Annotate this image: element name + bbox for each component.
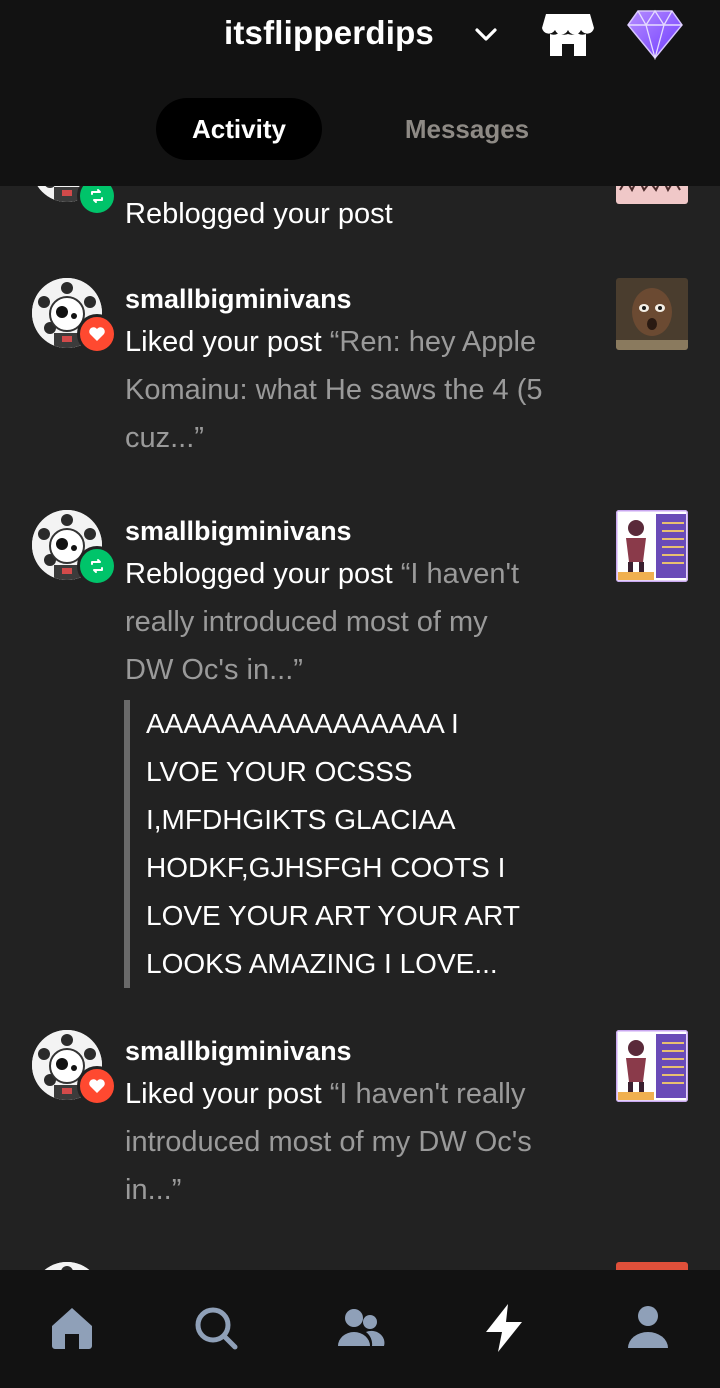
action-text: Reblogged your post bbox=[125, 558, 393, 590]
action-text: Liked your post bbox=[125, 1078, 322, 1110]
thumbnail-image bbox=[616, 1030, 688, 1102]
username[interactable]: smallbigminivans bbox=[125, 516, 352, 547]
avatar[interactable] bbox=[32, 1262, 102, 1270]
reblog-badge-icon bbox=[77, 546, 117, 586]
tab-messages[interactable]: Messages bbox=[376, 98, 558, 160]
shop-icon[interactable] bbox=[542, 10, 594, 58]
blog-name[interactable]: itsflipperdips bbox=[224, 14, 434, 52]
like-badge-icon bbox=[77, 1066, 117, 1106]
community-icon[interactable] bbox=[332, 1300, 388, 1356]
post-excerpt[interactable]: Komainu: what He saws the 4 (5 bbox=[125, 366, 605, 414]
chevron-down-icon[interactable] bbox=[472, 22, 500, 46]
post-thumbnail[interactable] bbox=[616, 186, 688, 204]
comment-text: AAAAAAAAAAAAAAAA I LVOE YOUR OCSSS I,MFD… bbox=[146, 708, 520, 979]
activity-feed[interactable]: Reblogged your post smallbigminivans Lik… bbox=[0, 186, 720, 1270]
thumbnail-image bbox=[616, 278, 688, 350]
post-excerpt[interactable]: “I haven't bbox=[401, 558, 519, 590]
activity-text-line: Liked your post “I haven't really bbox=[125, 1070, 605, 1118]
thumbnail-image bbox=[616, 186, 688, 204]
account-icon[interactable] bbox=[620, 1300, 676, 1356]
post-thumbnail[interactable] bbox=[616, 510, 688, 582]
avatar-image bbox=[32, 1262, 102, 1270]
username[interactable]: smallbigminivans bbox=[125, 1036, 352, 1067]
gem-icon[interactable] bbox=[626, 8, 684, 60]
post-excerpt[interactable]: DW Oc's in...” bbox=[125, 646, 605, 694]
post-thumbnail[interactable] bbox=[616, 278, 688, 350]
post-thumbnail[interactable] bbox=[616, 1262, 688, 1270]
post-excerpt[interactable]: cuz...” bbox=[125, 414, 605, 462]
post-excerpt[interactable]: “I haven't really bbox=[330, 1078, 526, 1110]
activity-text-line: Reblogged your post “I haven't bbox=[125, 550, 605, 598]
post-excerpt[interactable]: “Ren: hey Apple bbox=[330, 326, 536, 358]
tab-activity[interactable]: Activity bbox=[156, 98, 322, 160]
reblog-badge-icon bbox=[77, 186, 117, 216]
post-excerpt[interactable]: introduced most of my DW Oc's bbox=[125, 1118, 605, 1166]
thumbnail-image bbox=[616, 1262, 688, 1270]
username[interactable]: smallbigminivans bbox=[125, 284, 352, 315]
search-icon[interactable] bbox=[188, 1300, 244, 1356]
reblog-comment[interactable]: AAAAAAAAAAAAAAAA I LVOE YOUR OCSSS I,MFD… bbox=[124, 700, 606, 988]
activity-text-line: Liked your post “Ren: hey Apple bbox=[125, 318, 605, 366]
post-excerpt[interactable]: in...” bbox=[125, 1166, 605, 1214]
like-badge-icon bbox=[77, 314, 117, 354]
activity-icon[interactable] bbox=[476, 1300, 532, 1356]
post-excerpt[interactable]: really introduced most of my bbox=[125, 598, 605, 646]
action-text: Liked your post bbox=[125, 326, 322, 358]
home-icon[interactable] bbox=[44, 1300, 100, 1356]
bottom-navigation bbox=[0, 1270, 720, 1388]
top-header: itsflipperdips Activity Messages bbox=[0, 0, 720, 186]
post-thumbnail[interactable] bbox=[616, 1030, 688, 1102]
activity-text: Reblogged your post bbox=[125, 198, 393, 230]
thumbnail-image bbox=[616, 510, 688, 582]
